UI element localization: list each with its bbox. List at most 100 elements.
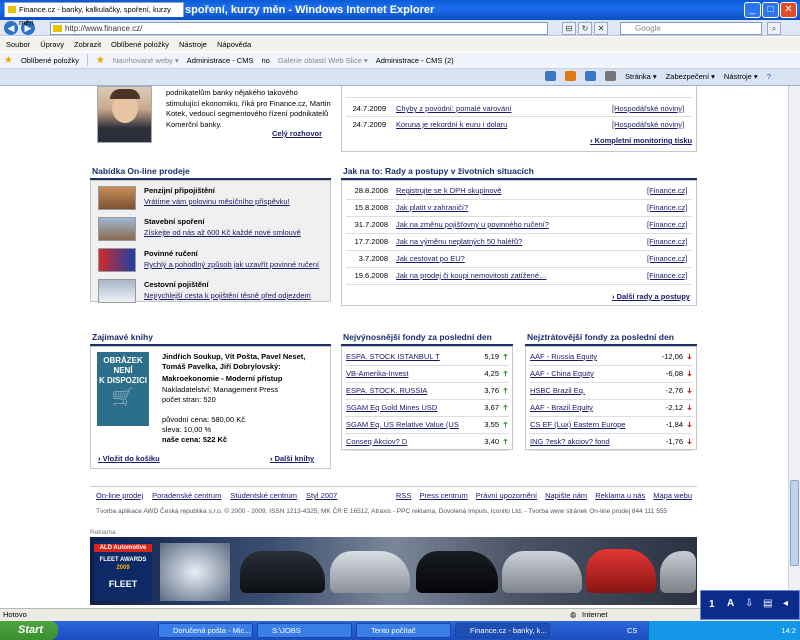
- taskbar-item-folder[interactable]: S:\JOBS: [257, 623, 352, 638]
- online-item-link[interactable]: Získejte od nás až 600 Kč každé nové sml…: [144, 228, 301, 238]
- advice-source[interactable]: [Finance.cz]: [647, 203, 687, 212]
- taskbar-item-browser[interactable]: Finance.cz - banky, k...: [455, 623, 550, 638]
- fund-name[interactable]: Conseq Akciov? D: [346, 437, 407, 447]
- help-icon[interactable]: ?: [767, 72, 771, 81]
- security-menu[interactable]: Zabezpečení ▾: [666, 72, 715, 81]
- fund-name[interactable]: ESPA. STOCK. RUSSIA: [346, 386, 427, 396]
- fund-value: 4,25: [484, 369, 499, 378]
- close-button[interactable]: ✕: [780, 2, 797, 18]
- home-icon[interactable]: [545, 71, 556, 81]
- taskbar-item-computer[interactable]: Tento počítač: [356, 623, 451, 638]
- menu-napoveda[interactable]: Nápověda: [217, 40, 251, 49]
- online-item-link[interactable]: Nejrychlejší cesta k pojištění těsně pře…: [144, 291, 311, 301]
- footer-link[interactable]: Poradenské centrum: [152, 491, 221, 500]
- lang-indicator[interactable]: CS: [627, 621, 637, 640]
- search-input[interactable]: Google: [620, 22, 762, 35]
- fund-name[interactable]: AAF - Russia Equity: [530, 352, 597, 362]
- advice-source[interactable]: [Finance.cz]: [647, 254, 687, 263]
- online-item-link[interactable]: Vrátíme vám polovinu měsíčního příspěvku…: [144, 197, 290, 207]
- address-input[interactable]: http://www.finance.cz/: [50, 22, 548, 35]
- footer-link[interactable]: Studentské centrum: [230, 491, 297, 500]
- language-bar[interactable]: 1 A ⇩ ▤ ◂: [700, 590, 800, 620]
- advice-item[interactable]: Jak na výměnu neplatných 50 haléřů?: [396, 237, 522, 247]
- footer-link[interactable]: RSS: [396, 491, 411, 500]
- advice-source[interactable]: [Finance.cz]: [647, 271, 687, 280]
- footer-link[interactable]: Mapa webu: [653, 491, 692, 500]
- back-button[interactable]: ◀: [4, 21, 18, 35]
- ad-banner[interactable]: ALD Automotive FLEET AWARDS 2009 FLEET: [90, 537, 697, 605]
- mail-icon[interactable]: [585, 71, 596, 81]
- stop-button[interactable]: ✕: [594, 22, 608, 35]
- footer-link[interactable]: On-line prodej: [96, 491, 143, 500]
- start-button[interactable]: Start: [0, 621, 58, 640]
- scrollbar-thumb[interactable]: [790, 480, 799, 566]
- fund-name[interactable]: AAF - Brazil Equity: [530, 403, 593, 413]
- advice-heading: Jak na to: Rady a postupy v životních si…: [343, 166, 534, 176]
- ime-icon[interactable]: A: [727, 598, 734, 609]
- maximize-button[interactable]: □: [762, 2, 779, 18]
- more-books-link[interactable]: Další knihy: [270, 454, 315, 463]
- options-icon[interactable]: ◂: [783, 598, 788, 609]
- fund-name[interactable]: SGAM Eq. US Relative Value (US: [346, 420, 459, 430]
- advice-item[interactable]: Jak cestovat po EU?: [396, 254, 465, 264]
- suggested-sites[interactable]: Navrhované weby ▾: [113, 56, 179, 65]
- menu-bar: Soubor Úpravy Zobrazit Oblíbené položky …: [0, 37, 800, 51]
- download-icon[interactable]: ⇩: [745, 598, 753, 609]
- monitoring-source[interactable]: [Hospodářské noviny]: [612, 104, 684, 113]
- fund-name[interactable]: HSBC Brazil Eq.: [530, 386, 585, 396]
- monitoring-more-link[interactable]: Kompletní monitoring tisku: [590, 136, 693, 145]
- fund-name[interactable]: ESPA. STOCK ISTANBUL T: [346, 352, 440, 362]
- book-discount: sleva: 10,00 %: [162, 425, 212, 434]
- fund-name[interactable]: CS EF (Lux) Eastern Europe: [530, 420, 625, 430]
- advice-item[interactable]: Jak na prodej či koupi nemovitosti zatíž…: [396, 271, 547, 281]
- online-item-link[interactable]: Rychlý a pohodlný způsob jak uzavřít pov…: [144, 260, 319, 270]
- fav-no[interactable]: no: [261, 56, 269, 65]
- fund-name[interactable]: ING ?esk? akciov? fond: [530, 437, 610, 447]
- menu-nastroje[interactable]: Nástroje: [179, 40, 207, 49]
- menu-upravy[interactable]: Úpravy: [40, 40, 64, 49]
- advice-source[interactable]: [Finance.cz]: [647, 237, 687, 246]
- footer-link[interactable]: Napište nám: [545, 491, 587, 500]
- add-favorite-icon[interactable]: ★: [96, 55, 105, 66]
- search-icon[interactable]: ⌕: [767, 22, 781, 35]
- menu-zobrazit[interactable]: Zobrazit: [74, 40, 101, 49]
- add-to-cart-link[interactable]: Vložit do košíku: [98, 454, 160, 463]
- monitoring-item[interactable]: Chyby z povodní: pomalé varování: [396, 104, 511, 114]
- fav-admin-cms-2[interactable]: Administrace - CMS (2): [376, 56, 454, 65]
- menu-oblibene[interactable]: Oblíbené položky: [111, 40, 169, 49]
- interview-link[interactable]: Celý rozhovor: [272, 129, 322, 138]
- monitoring-source[interactable]: [Hospodářské noviny]: [612, 120, 684, 129]
- advice-item[interactable]: Registrujte se k DPH skupinově: [396, 186, 501, 196]
- refresh-button[interactable]: ↻: [578, 22, 592, 35]
- minimize-button[interactable]: _: [744, 2, 761, 18]
- web-slice-gallery[interactable]: Galerie oblastí Web Slice ▾: [278, 56, 368, 65]
- compat-view-icon[interactable]: ⊟: [562, 22, 576, 35]
- print-icon[interactable]: [605, 71, 616, 81]
- footer-link[interactable]: Právní upozornění: [476, 491, 537, 500]
- fund-name[interactable]: VB-Amerika-Invest: [346, 369, 409, 379]
- tab-finance[interactable]: Finance.cz - banky, kalkulačky, spoření,…: [4, 2, 184, 27]
- taskbar-item-outlook[interactable]: Doručená pošta - Mic...: [158, 623, 253, 638]
- keyboard-icon[interactable]: ▤: [763, 598, 772, 609]
- footer-link[interactable]: Reklama u nás: [595, 491, 645, 500]
- fund-name[interactable]: AAF - China Equity: [530, 369, 594, 379]
- fund-name[interactable]: SGAM Eq Gold Mines USD: [346, 403, 437, 413]
- page-menu[interactable]: Stránka ▾: [625, 72, 657, 81]
- menu-soubor[interactable]: Soubor: [6, 40, 30, 49]
- tools-menu[interactable]: Nástroje ▾: [724, 72, 758, 81]
- row-divider: [346, 267, 692, 268]
- advice-item[interactable]: Jak na změnu pojišťovny u povinného ruče…: [396, 220, 549, 230]
- advice-more-link[interactable]: Další rady a postupy: [612, 292, 690, 301]
- advice-item[interactable]: Jak platit v zahraničí?: [396, 203, 468, 213]
- advice-source[interactable]: [Finance.cz]: [647, 186, 687, 195]
- book-title: Makroekonomie - Moderní přístup: [162, 374, 283, 383]
- feeds-icon[interactable]: [565, 71, 576, 81]
- vertical-scrollbar[interactable]: [788, 86, 800, 608]
- monitoring-item[interactable]: Koruna je rekordní k euru i dolaru: [396, 120, 507, 130]
- fav-admin-cms[interactable]: Administrace - CMS: [187, 56, 254, 65]
- advice-source[interactable]: [Finance.cz]: [647, 220, 687, 229]
- footer-link[interactable]: Styl 2007: [306, 491, 337, 500]
- favorites-button[interactable]: Oblíbené položky: [21, 56, 79, 65]
- footer-link[interactable]: Press centrum: [419, 491, 467, 500]
- lang-icon[interactable]: 1: [709, 599, 715, 610]
